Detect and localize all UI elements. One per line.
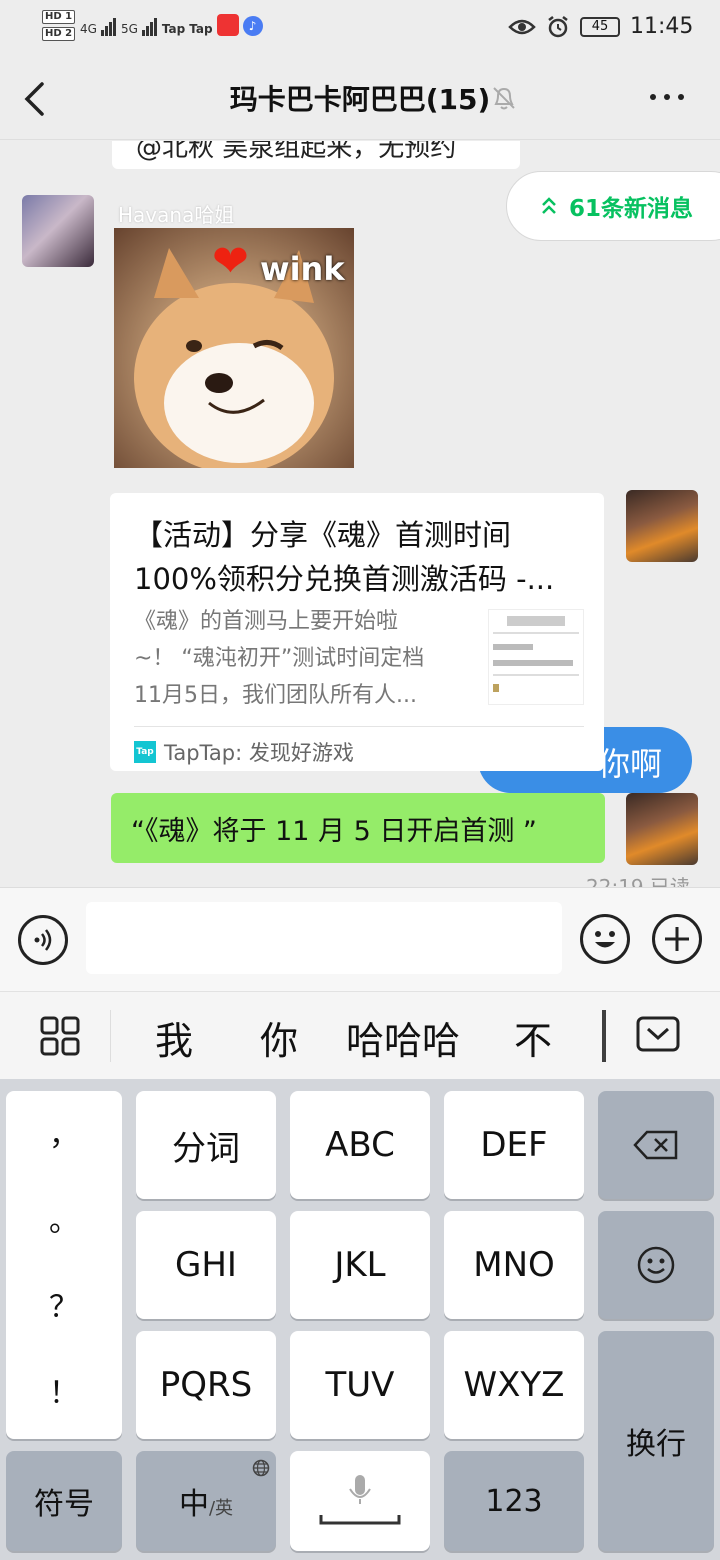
- punctuation-key[interactable]: ！: [49, 1351, 79, 1437]
- card-divider: [134, 726, 584, 727]
- app-notification-icon: [216, 14, 239, 36]
- link-card-title-line2: 100%领积分兑换首测激活码 -...: [134, 562, 555, 596]
- sticker-image[interactable]: ❤ wink: [114, 228, 354, 468]
- eye-icon: [508, 19, 536, 34]
- taptap-notification: Tap: [161, 22, 186, 36]
- key-mno[interactable]: MNO: [444, 1211, 584, 1319]
- plus-sign-icon: [665, 927, 689, 951]
- message-input[interactable]: [86, 902, 562, 974]
- key-pqrs[interactable]: PQRS: [136, 1331, 276, 1439]
- key-jkl[interactable]: JKL: [290, 1211, 430, 1319]
- link-source-name: TapTap: 发现好游戏: [164, 741, 354, 765]
- key-tuv[interactable]: TUV: [290, 1331, 430, 1439]
- link-card-title: 【活动】分享《魂》首测时间 100%领积分兑换首测激活码 -...: [134, 513, 584, 601]
- signal-icon: [141, 17, 158, 36]
- status-bar: HD 1 HD 2 4G 5G Tap Tap ♪ 45 11:45: [0, 0, 720, 56]
- microphone-icon: [319, 1475, 401, 1525]
- candidate-word[interactable]: 我: [155, 1010, 193, 1065]
- number-key[interactable]: 123: [444, 1451, 584, 1551]
- bell-off-icon: [493, 87, 515, 110]
- key-def[interactable]: DEF: [444, 1091, 584, 1199]
- alarm-icon: [548, 15, 568, 37]
- green-message-text: “《魂》将于 11 月 5 日开启首测 ”: [131, 815, 537, 847]
- status-time: 11:45: [630, 14, 694, 39]
- link-thumbnail: [488, 609, 584, 705]
- lang-main: 中: [178, 1487, 209, 1522]
- network-4g: 4G: [80, 22, 97, 36]
- avatar-self[interactable]: [626, 490, 698, 562]
- space-key[interactable]: [290, 1451, 430, 1551]
- candidate-word[interactable]: 你: [260, 1010, 298, 1065]
- chat-header: 玛卡巴卡阿巴巴(15): [0, 56, 720, 140]
- voice-wave-icon: [34, 929, 52, 951]
- signal-icon: [100, 17, 117, 36]
- lang-sub: /英: [208, 1498, 234, 1519]
- key-abc[interactable]: ABC: [290, 1091, 430, 1199]
- globe-icon: [252, 1459, 270, 1477]
- key-wxyz[interactable]: WXYZ: [444, 1331, 584, 1439]
- punctuation-key[interactable]: 。: [49, 1179, 79, 1265]
- new-messages-badge[interactable]: 61条新消息: [506, 171, 720, 241]
- smiley-face-icon: [595, 931, 615, 948]
- link-card[interactable]: 【活动】分享《魂》首测时间 100%领积分兑换首测激活码 -... 《魂》的首测…: [110, 493, 604, 771]
- chat-title: 玛卡巴卡阿巴巴(15): [0, 78, 720, 118]
- group-name: 玛卡巴卡阿巴巴(15): [229, 83, 491, 116]
- grid-icon[interactable]: [40, 1016, 80, 1056]
- keyboard: ， 。 ？ ！ 分词 ABC DEF GHI JKL MNO PQRS TUV …: [0, 1079, 720, 1560]
- battery-icon: 45: [580, 16, 620, 37]
- link-source: Tap TapTap: 发现好游戏: [134, 737, 354, 767]
- symbols-key[interactable]: 符号: [6, 1451, 122, 1551]
- chat-area[interactable]: @北秋 吴泉组起来，无预约 61条新消息 Havana哈姐 ❤ wink 你啊: [0, 141, 720, 887]
- hd2-indicator: HD 2: [42, 27, 76, 41]
- input-bar: [0, 887, 720, 991]
- message-bubble: @北秋 吴泉组起来，无预约: [112, 141, 520, 169]
- double-chevron-up-icon: [542, 197, 556, 214]
- candidate-word[interactable]: 不: [514, 1010, 552, 1065]
- plus-icon[interactable]: [652, 914, 702, 964]
- emoji-icon[interactable]: [580, 914, 630, 964]
- voice-icon[interactable]: [18, 915, 68, 965]
- key-fenci[interactable]: 分词: [136, 1091, 276, 1199]
- network-5g: 5G: [120, 22, 138, 36]
- language-key[interactable]: 中 /英: [136, 1451, 276, 1551]
- music-icon: ♪: [242, 16, 263, 36]
- punctuation-column[interactable]: ， 。 ？ ！: [6, 1091, 122, 1439]
- taptap-notification: Tap: [189, 22, 213, 36]
- link-card-desc-line1: 《魂》的首测马上要开始啦: [134, 609, 399, 634]
- avatar[interactable]: [22, 195, 94, 267]
- taptap-logo-icon: Tap: [134, 741, 156, 763]
- keyboard-collapse-icon[interactable]: [636, 1016, 680, 1052]
- key-ghi[interactable]: GHI: [136, 1211, 276, 1319]
- candidate-divider: [110, 1010, 111, 1062]
- read-timestamp: 22:19 已读: [586, 875, 690, 887]
- sender-name: Havana哈姐: [118, 203, 235, 227]
- candidate-word[interactable]: 哈哈哈: [346, 1010, 460, 1065]
- candidate-overflow-edge: [602, 1010, 606, 1062]
- battery-level: 45: [591, 18, 609, 34]
- emoji-key[interactable]: [598, 1211, 714, 1319]
- punctuation-key[interactable]: ，: [49, 1093, 79, 1179]
- smiley-icon: [637, 1246, 675, 1284]
- backspace-icon: [633, 1130, 678, 1160]
- candidate-bar: 我 你 哈哈哈 不: [0, 991, 720, 1079]
- message-text: @北秋 吴泉组起来，无预约: [136, 141, 457, 163]
- punctuation-key[interactable]: ？: [49, 1265, 79, 1351]
- delete-key[interactable]: [598, 1091, 714, 1199]
- heart-icon: ❤: [212, 236, 249, 287]
- green-message-bubble[interactable]: “《魂》将于 11 月 5 日开启首测 ”: [111, 793, 605, 863]
- enter-key[interactable]: 换行: [598, 1331, 714, 1551]
- hd1-indicator: HD 1: [42, 10, 76, 24]
- sticker-caption: wink: [260, 250, 345, 288]
- link-card-title-line1: 【活动】分享《魂》首测时间: [134, 518, 512, 552]
- more-dots-icon[interactable]: [650, 94, 684, 100]
- link-card-desc-line2: ~！ “魂沌初开”测试时间定档: [134, 646, 425, 671]
- new-messages-count: 61条新消息: [569, 196, 694, 222]
- avatar-self[interactable]: [626, 793, 698, 865]
- link-card-description: 《魂》的首测马上要开始啦 ~！ “魂沌初开”测试时间定档 11月5日，我们团队所…: [134, 603, 464, 714]
- link-card-desc-line3: 11月5日，我们团队所有人...: [134, 683, 417, 708]
